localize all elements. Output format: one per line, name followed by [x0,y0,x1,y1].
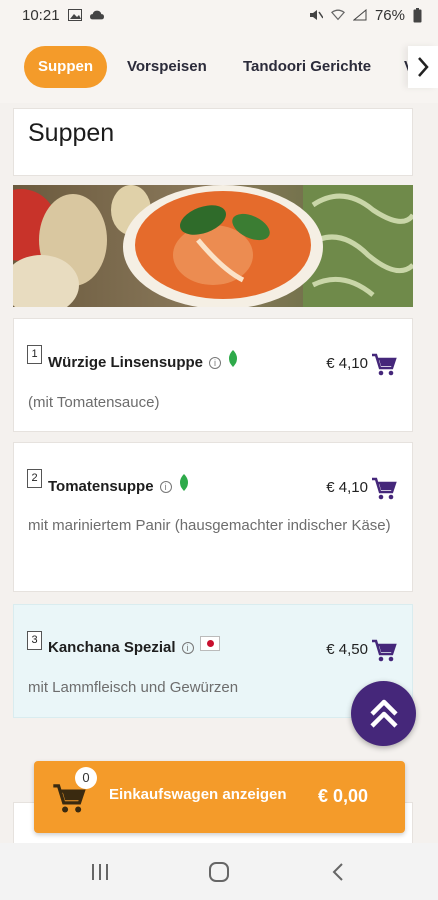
scroll-to-top-button[interactable] [351,681,416,746]
signal-icon [352,9,367,21]
recent-apps-icon [91,863,108,880]
chevron-right-icon[interactable] [408,46,438,88]
info-icon[interactable]: i [181,642,194,654]
item-name-row: Kanchana Spezial i [48,636,220,656]
meat-flag-icon [199,636,220,651]
cart-total: € 0,00 [317,786,368,806]
home-icon [208,861,229,882]
item-price: € 4,10 [326,355,368,372]
item-number: 3 [27,631,42,650]
view-cart-button[interactable]: 0 Einkaufswagen anzeigen € 0,00 [34,761,405,833]
item-number: 2 [27,469,42,488]
battery-icon [413,7,422,22]
system-navigation-bar [0,843,438,900]
item-number: 1 [27,345,42,364]
item-price: € 4,50 [326,641,368,658]
menu-item[interactable]: 1 Würzige Linsensuppe i € 4,10 (mit Tomat… [13,318,413,432]
image-icon [67,9,82,21]
item-description: mit Lammfleisch und Gewürzen [28,679,239,696]
info-icon[interactable]: i [209,357,222,369]
info-icon[interactable]: i [159,481,172,493]
item-name: Würzige Linsensuppe [48,354,204,371]
cart-label: Einkaufswagen anzeigen [109,786,287,803]
battery-percent: 76% [374,6,405,24]
vegetarian-leaf-icon [179,474,188,491]
cloud-icon [89,10,104,20]
tab-tandoori-gerichte[interactable]: Tandoori Gerichte [243,46,371,88]
mute-icon [309,10,323,20]
status-bar: 10:21 76% [0,0,438,30]
item-name: Kanchana Spezial [48,639,176,656]
add-to-cart-icon[interactable] [371,639,397,663]
add-to-cart-icon[interactable] [371,477,397,501]
item-description: mit mariniertem Panir (hausgemachter ind… [28,517,391,534]
category-tabs: Suppen Vorspeisen Tandoori Gerichte V [0,30,438,103]
menu-item[interactable]: 2 Tomatensuppe i € 4,10 mit mariniertem P… [13,442,413,592]
home-button[interactable] [199,857,239,887]
item-name-row: Würzige Linsensuppe i [48,350,239,371]
vegetarian-leaf-icon [229,350,238,367]
clock: 10:21 [22,6,60,24]
item-name-row: Tomatensuppe i [48,474,190,495]
tab-suppen[interactable]: Suppen [24,46,107,88]
back-icon [332,862,344,881]
double-chevron-up-icon [369,699,398,728]
cart-count-badge: 0 [75,767,97,789]
add-to-cart-icon[interactable] [371,353,397,377]
recent-apps-button[interactable] [80,857,120,887]
tab-vorspeisen[interactable]: Vorspeisen [127,46,207,88]
item-name: Tomatensuppe [48,478,154,495]
soup-banner-image [13,185,413,307]
item-description: (mit Tomatensauce) [28,394,160,411]
section-header: Suppen [13,108,413,176]
item-price: € 4,10 [326,479,368,496]
back-button[interactable] [318,857,358,887]
wifi-icon [330,9,345,21]
section-title: Suppen [28,119,115,147]
